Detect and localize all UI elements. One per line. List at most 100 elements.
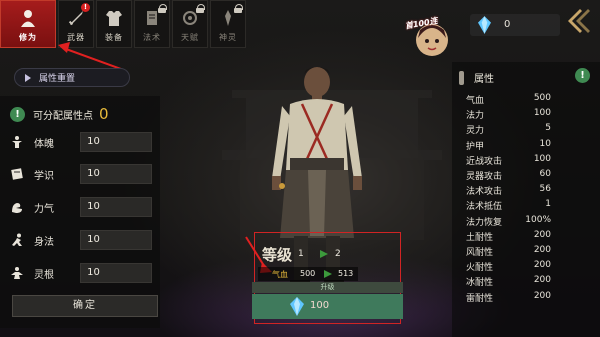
tab-talent[interactable]: 天赋 [172, 0, 208, 48]
spirit-root-icon [10, 266, 24, 280]
crystal-icon [290, 297, 304, 316]
tab-weapon[interactable]: ! 武器 [58, 0, 94, 48]
attribute-row: 气血 500 [466, 93, 586, 106]
stat-row-strength[interactable]: 力气 10 [10, 197, 152, 217]
attribute-row: 法术抵伍 1 [466, 199, 586, 212]
book-icon [10, 167, 24, 181]
confirm-button[interactable]: 确定 [12, 295, 158, 317]
info-icon[interactable]: ! [575, 68, 590, 83]
stat-name: 力气 [34, 203, 54, 215]
level-label: 等级 [262, 246, 293, 264]
tab-label: 装备 [105, 33, 123, 42]
stat-preview-name: 气血 [272, 270, 288, 279]
tab-spells[interactable]: 法术 [134, 0, 170, 48]
attribute-row: 土耐性 200 [466, 230, 586, 243]
crystal-icon [478, 16, 491, 34]
reset-label: 属性重置 [39, 74, 76, 84]
tab-label: 天赋 [181, 33, 199, 42]
attribute-value: 100 [533, 108, 551, 119]
attribute-name: 灵力 [466, 126, 485, 137]
attribute-value: 10 [539, 138, 551, 149]
attribute-value: 200 [533, 229, 551, 240]
stat-name: 身法 [34, 236, 54, 248]
stat-row-spirit-root[interactable]: 灵根 10 [10, 263, 152, 283]
lock-icon [234, 4, 243, 13]
attribute-name: 法力恢复 [466, 217, 503, 228]
tab-cultivation[interactable]: 修为 [0, 0, 56, 48]
attribute-value: 200 [533, 260, 551, 271]
agility-icon [10, 233, 24, 247]
notification-badge: ! [81, 3, 90, 12]
upgrade-button[interactable]: 100 [252, 294, 403, 319]
attribute-value: 200 [533, 290, 551, 301]
current-level: 1 [298, 249, 304, 259]
tab-label: 神灵 [219, 33, 237, 42]
body-icon [10, 135, 24, 149]
attribute-value: 5 [545, 123, 551, 134]
stat-name: 灵根 [34, 269, 54, 281]
level-arrow-icon [324, 270, 332, 278]
annotation-arrowhead [58, 42, 70, 53]
available-points-row: ! 可分配属性点 0 [10, 105, 109, 123]
attribute-value: 60 [539, 169, 551, 179]
armor-icon [103, 7, 125, 29]
attribute-name: 气血 [466, 96, 485, 106]
strength-icon [10, 200, 24, 214]
attribute-row: 护甲 10 [466, 139, 586, 152]
attribute-value: 200 [533, 245, 551, 255]
stat-row-agility[interactable]: 身法 10 [10, 230, 152, 250]
back-arrow-icon[interactable] [562, 6, 592, 36]
stat-name: 体魄 [34, 138, 54, 150]
lock-icon [158, 4, 167, 13]
attribute-row: 灵力 5 [466, 123, 586, 136]
attribute-value: 500 [533, 93, 551, 103]
attribute-name: 法术攻击 [466, 187, 503, 198]
level-stat-preview: 气血 500 513 [258, 267, 358, 281]
attribute-value: 56 [539, 184, 551, 195]
available-points-label: 可分配属性点 [33, 110, 93, 122]
attribute-row: 近战攻击 100 [466, 154, 586, 167]
attribute-row: 法力 100 [466, 108, 586, 121]
attribute-value: 100% [525, 214, 551, 225]
currency-value: 0 [504, 19, 511, 30]
currency-display: 0 [470, 14, 560, 36]
attribute-value: 1 [545, 199, 551, 210]
lock-icon [196, 4, 205, 13]
attribute-name: 法术抵伍 [466, 202, 503, 213]
stat-value: 10 [80, 263, 152, 283]
info-icon[interactable]: ! [10, 106, 25, 122]
attribute-name: 灵器攻击 [466, 172, 503, 182]
attributes-header: 属性 [459, 70, 494, 85]
attribute-row: 冰耐性 200 [466, 275, 586, 288]
tab-equipment[interactable]: 装备 [96, 0, 132, 48]
tab-deity[interactable]: 神灵 [210, 0, 246, 48]
tab-label: 修为 [19, 33, 37, 42]
play-icon [25, 73, 31, 82]
stat-preview-current: 500 [300, 269, 316, 278]
attribute-name: 护甲 [466, 141, 485, 152]
attribute-row: 雷耐性 200 [466, 291, 586, 304]
tab-label: 法术 [143, 33, 161, 42]
reset-attributes-button[interactable]: 属性重置 [14, 68, 130, 87]
attribute-name: 冰耐性 [466, 278, 494, 289]
attribute-row: 灵器攻击 60 [466, 169, 586, 182]
stat-name: 学识 [34, 170, 54, 182]
attribute-name: 雷耐性 [466, 293, 494, 304]
attribute-name: 风耐性 [466, 248, 494, 258]
upgrade-cost: 100 [310, 300, 330, 311]
attribute-row: 法术攻击 56 [466, 184, 586, 197]
tab-bar: 修为 ! 武器 装备 法术 天赋 神灵 [0, 0, 258, 50]
upgrade-label: 升级 [252, 282, 403, 293]
attributes-title: 属性 [474, 74, 494, 85]
stat-row-body[interactable]: 体魄 10 [10, 132, 152, 152]
attribute-value: 100 [533, 153, 551, 164]
stat-row-knowledge[interactable]: 学识 10 [10, 164, 152, 184]
stat-value: 10 [80, 197, 152, 217]
next-level: 2 [335, 249, 341, 259]
attribute-row: 风耐性 200 [466, 245, 586, 258]
stat-preview-next: 513 [338, 269, 354, 278]
attribute-name: 土耐性 [466, 232, 494, 243]
stat-value: 10 [80, 164, 152, 184]
attribute-name: 近战攻击 [466, 156, 503, 167]
stat-value: 10 [80, 230, 152, 250]
